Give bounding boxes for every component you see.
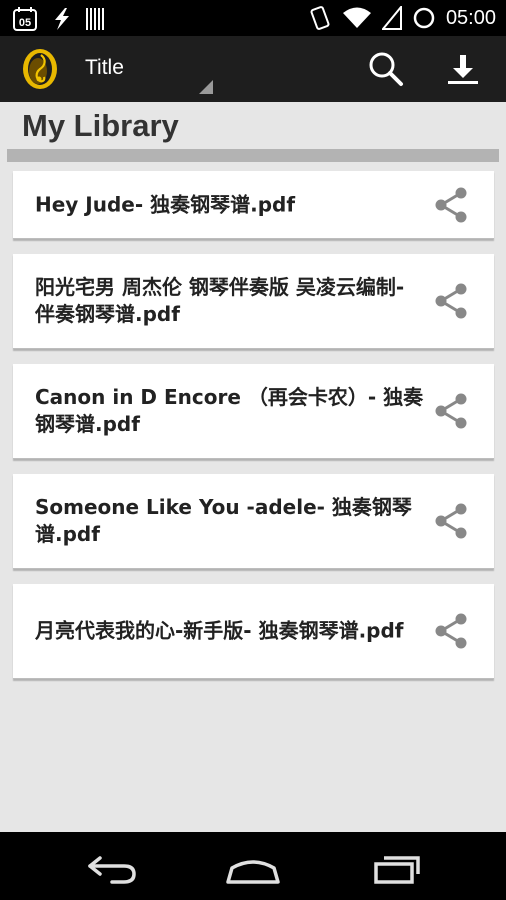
search-icon — [369, 52, 403, 86]
signal-icon — [381, 6, 402, 30]
wifi-icon — [342, 7, 371, 28]
title-spinner[interactable]: Title — [70, 36, 215, 102]
file-card[interactable]: 月亮代表我的心-新手版- 独奏钢琴谱.pdf — [13, 584, 494, 679]
recents-button[interactable] — [362, 844, 432, 888]
home-icon — [226, 860, 280, 884]
calendar-icon: 05 — [13, 7, 37, 31]
page-title: My Library — [22, 108, 179, 143]
file-list: Hey Jude- 独奏钢琴谱.pdf 阳光宅男 周杰伦 钢琴伴奏版 吴凌云编制… — [13, 171, 494, 694]
home-button[interactable] — [218, 844, 288, 888]
file-card[interactable]: Hey Jude- 独奏钢琴谱.pdf — [13, 171, 494, 239]
file-name: 阳光宅男 周杰伦 钢琴伴奏版 吴凌云编制- 伴奏钢琴谱.pdf — [35, 275, 405, 326]
heading-divider — [7, 149, 499, 162]
title-spinner-label: Title — [85, 56, 124, 79]
navigation-bar — [0, 832, 506, 900]
spinner-indicator-icon — [199, 80, 213, 94]
share-icon[interactable] — [434, 187, 468, 223]
clock: 05:00 — [445, 7, 496, 29]
file-name: 月亮代表我的心-新手版- 独奏钢琴谱.pdf — [35, 618, 404, 643]
share-icon[interactable] — [434, 283, 468, 319]
file-name: Canon in D Encore （再会卡农）- 独奏钢琴谱.pdf — [35, 385, 424, 436]
action-bar: Title — [0, 36, 506, 102]
barcode-icon — [86, 8, 104, 30]
share-icon[interactable] — [434, 613, 468, 649]
recents-icon — [374, 856, 420, 884]
status-bar: 05 05:00 — [0, 0, 506, 36]
back-icon — [88, 856, 136, 884]
flash-icon — [55, 8, 69, 30]
file-card[interactable]: Someone Like You -adele- 独奏钢琴谱.pdf — [13, 474, 494, 569]
download-button[interactable] — [440, 46, 486, 92]
file-card[interactable]: 阳光宅男 周杰伦 钢琴伴奏版 吴凌云编制- 伴奏钢琴谱.pdf — [13, 254, 494, 349]
file-card[interactable]: Canon in D Encore （再会卡农）- 独奏钢琴谱.pdf — [13, 364, 494, 459]
download-icon — [448, 55, 478, 84]
file-name: Hey Jude- 独奏钢琴谱.pdf — [35, 192, 296, 216]
status-bar-notifications: 05 — [12, 6, 104, 32]
share-icon[interactable] — [434, 503, 468, 539]
calendar-day: 05 — [19, 17, 31, 29]
share-icon[interactable] — [434, 393, 468, 429]
back-button[interactable] — [78, 844, 148, 888]
vibrate-icon — [310, 6, 330, 30]
file-name: Someone Like You -adele- 独奏钢琴谱.pdf — [35, 495, 412, 546]
status-bar-system: 05:00 — [308, 4, 496, 32]
app-logo-icon[interactable] — [20, 47, 60, 91]
search-button[interactable] — [363, 46, 409, 92]
sync-icon — [413, 7, 435, 29]
